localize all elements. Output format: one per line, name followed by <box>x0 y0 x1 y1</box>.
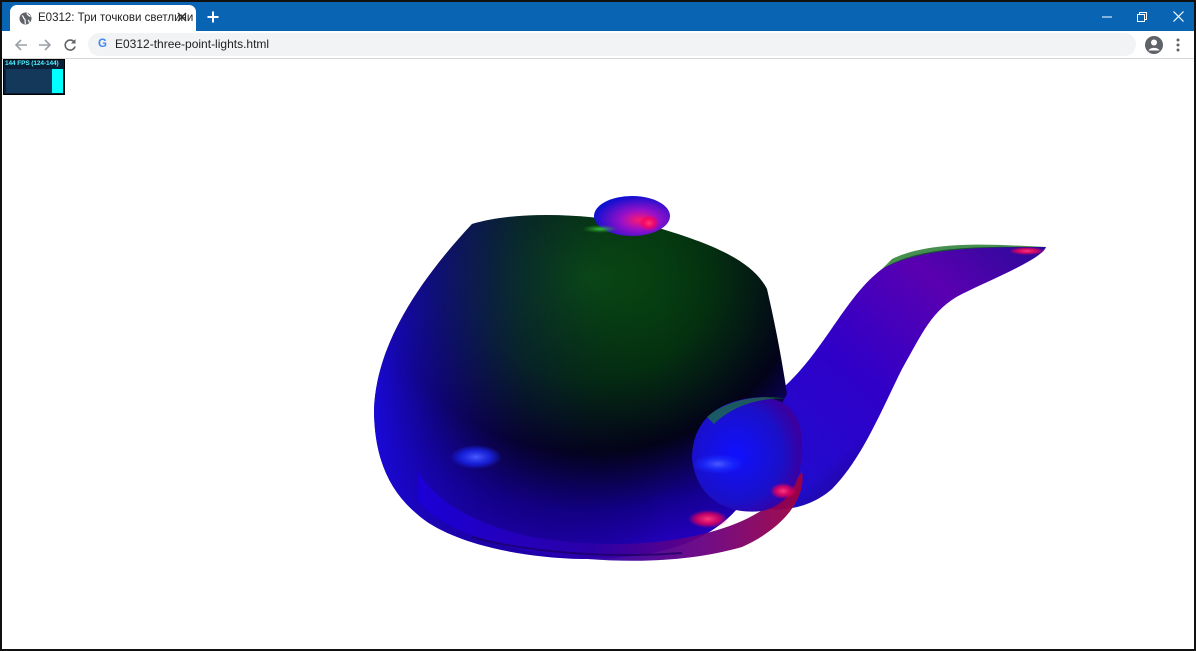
menu-icon[interactable] <box>1170 35 1186 55</box>
browser-toolbar: G E0312-three-point-lights.html <box>2 31 1194 59</box>
active-tab[interactable]: E0312: Три точкови светлини <box>10 5 196 31</box>
url-text: E0312-three-point-lights.html <box>115 37 270 51</box>
title-bar: E0312: Три точкови светлини <box>2 2 1194 31</box>
minimize-icon[interactable] <box>1089 2 1125 31</box>
specular-highlight-red-handle <box>770 483 796 499</box>
back-icon[interactable] <box>11 35 31 55</box>
globe-icon <box>19 12 32 25</box>
teapot-render <box>374 196 1046 561</box>
close-tab-icon[interactable] <box>175 10 189 24</box>
specular-highlight-red-spout <box>1009 247 1045 255</box>
webgl-canvas[interactable]: 144 FPS (124-144) <box>2 59 1194 649</box>
google-icon: G <box>98 38 107 50</box>
specular-highlight-blue-left <box>450 445 502 469</box>
reload-icon[interactable] <box>60 35 80 55</box>
tab-title: E0312: Три точкови светлини <box>38 12 194 24</box>
browser-window: E0312: Три точкови светлини G E0312-thre… <box>0 0 1196 651</box>
close-window-icon[interactable] <box>1160 2 1194 31</box>
specular-highlight-green <box>582 225 618 233</box>
forward-icon[interactable] <box>35 35 55 55</box>
new-tab-icon[interactable] <box>204 8 222 26</box>
profile-avatar-icon[interactable] <box>1144 35 1164 55</box>
address-bar[interactable]: G E0312-three-point-lights.html <box>88 33 1136 56</box>
specular-highlight-red-bottom <box>688 510 728 528</box>
restore-icon[interactable] <box>1124 2 1160 31</box>
specular-highlight-blue-right <box>692 454 744 474</box>
